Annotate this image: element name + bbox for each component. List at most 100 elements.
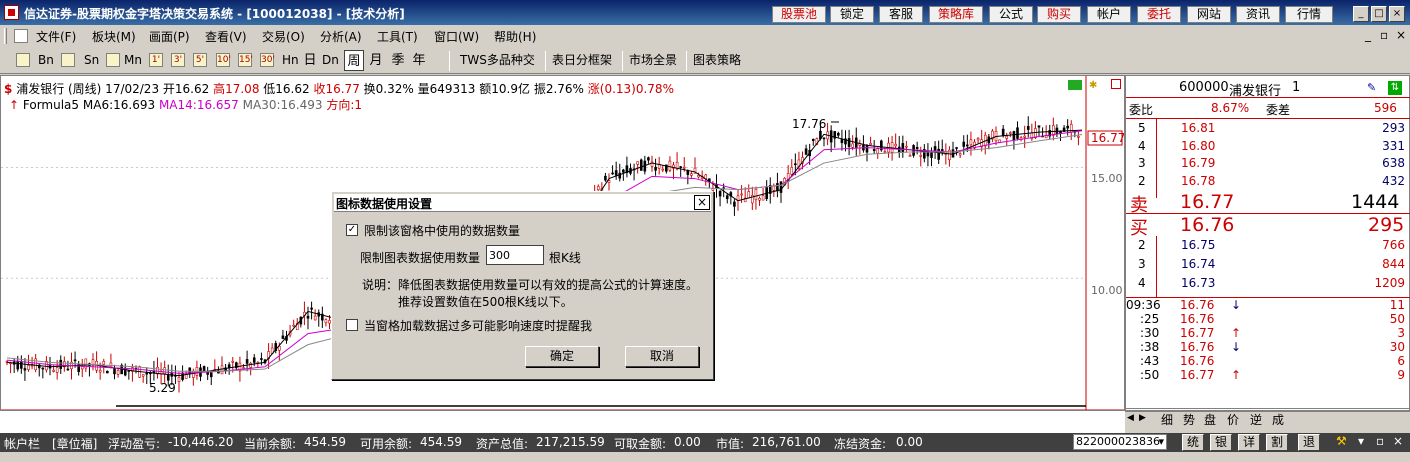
- menu-file[interactable]: 文件(F): [36, 28, 76, 45]
- menu-tools[interactable]: 工具(T): [377, 28, 418, 45]
- strategy-lib-button[interactable]: 策略库: [929, 6, 983, 23]
- pin-icon[interactable]: ▾: [1358, 434, 1364, 448]
- account-select[interactable]: 822000023836 ▾: [1073, 434, 1167, 450]
- chart2-icon[interactable]: [61, 53, 75, 67]
- news-button[interactable]: 资讯: [1236, 6, 1280, 23]
- toolbar-separator: [622, 51, 623, 71]
- account-bar-label: 帐户栏: [4, 437, 41, 451]
- book-volume: 432: [1382, 173, 1405, 188]
- period-day[interactable]: 日: [300, 50, 320, 71]
- account-select-value: 822000023836: [1076, 435, 1160, 448]
- close-button[interactable]: ×: [1389, 6, 1405, 22]
- dialog-close-button[interactable]: ×: [694, 195, 710, 210]
- user-name: [章位福]: [52, 437, 98, 451]
- tools-icon[interactable]: ✎: [1367, 81, 1381, 95]
- account-button[interactable]: 帐户: [1087, 6, 1131, 23]
- minimize-button[interactable]: _: [1353, 6, 1369, 22]
- period-30m-icon[interactable]: 30': [260, 53, 275, 67]
- candle-body: [16, 361, 20, 370]
- switch-icon[interactable]: ⇅: [1388, 81, 1402, 95]
- tool-bn[interactable]: Bn: [38, 52, 54, 69]
- candle-body: [1066, 125, 1069, 129]
- period-10m-icon[interactable]: 10': [216, 53, 231, 67]
- tool-sn[interactable]: Sn: [84, 52, 99, 69]
- menu-sector[interactable]: 板块(M): [92, 28, 136, 45]
- menu-view[interactable]: 查看(V): [205, 28, 247, 45]
- menu-help[interactable]: 帮助(H): [494, 28, 536, 45]
- mdi-close-button[interactable]: ×: [1396, 28, 1406, 42]
- lock-button[interactable]: 锁定: [830, 6, 874, 23]
- limit-count-input[interactable]: [486, 245, 544, 265]
- period-quarter[interactable]: 季: [388, 50, 408, 71]
- quote-row: :50 16.77 ↑ 9: [1126, 368, 1410, 385]
- cut-button[interactable]: 割: [1266, 434, 1288, 451]
- stock-pool-button[interactable]: 股票池: [772, 6, 826, 23]
- tab-next-icon[interactable]: ▶: [1139, 413, 1146, 423]
- chart-icon[interactable]: [16, 53, 30, 67]
- buy1-vol: 295: [1368, 214, 1405, 236]
- formula-button[interactable]: 公式: [989, 6, 1033, 23]
- tab-chart-strategy[interactable]: 图表策略: [693, 52, 741, 69]
- website-button[interactable]: 网站: [1187, 6, 1231, 23]
- tool-dn[interactable]: Dn: [322, 52, 339, 69]
- quote-tab-book[interactable]: 盘: [1204, 411, 1216, 428]
- tick-price: 16.76: [1180, 354, 1215, 368]
- menu-screen[interactable]: 画面(P): [149, 28, 190, 45]
- quote-tab-trend[interactable]: 势: [1183, 411, 1195, 428]
- menu-window[interactable]: 窗口(W): [434, 28, 479, 45]
- quote-tab-deal[interactable]: 成: [1272, 411, 1284, 428]
- service-button[interactable]: 客服: [879, 6, 923, 23]
- candle-body: [761, 195, 765, 201]
- menu-trade[interactable]: 交易(O): [262, 28, 305, 45]
- tool-mn[interactable]: Mn: [124, 52, 142, 69]
- period-1m-icon[interactable]: 1': [149, 53, 163, 67]
- restore-icon[interactable]: ▫: [1376, 434, 1384, 448]
- quote-tab-price[interactable]: 价: [1227, 411, 1239, 428]
- period-week[interactable]: 周: [344, 50, 364, 71]
- avail-value: 454.59: [420, 435, 462, 449]
- exit-button[interactable]: 退: [1298, 434, 1320, 451]
- tab-tws-multi[interactable]: TWS多品种交: [460, 52, 535, 69]
- mdi-restore-button[interactable]: ▫: [1380, 28, 1388, 42]
- tool-hn[interactable]: Hn: [282, 52, 299, 69]
- stat-button[interactable]: 统: [1182, 434, 1204, 451]
- tab-prev-icon[interactable]: ◀: [1127, 413, 1134, 423]
- candle-body: [245, 359, 249, 364]
- period-3m-icon[interactable]: 3': [171, 53, 185, 67]
- candle-body: [690, 173, 693, 176]
- menu-grip: [4, 28, 7, 44]
- warn-checkbox[interactable]: [346, 319, 358, 331]
- quote-tab-reverse[interactable]: 逆: [1250, 411, 1262, 428]
- period-year[interactable]: 年: [409, 50, 429, 71]
- tick-arrow-icon: ↑: [1231, 326, 1242, 340]
- cancel-button[interactable]: 取消: [625, 346, 699, 367]
- tick-volume: 9: [1397, 368, 1405, 382]
- period-15m-icon[interactable]: 15': [238, 53, 253, 67]
- tab-market-overview[interactable]: 市场全景: [629, 52, 677, 69]
- candle-body: [682, 166, 686, 169]
- hammer-icon[interactable]: ⚒: [1336, 434, 1347, 448]
- candle-body: [604, 175, 607, 181]
- limit-data-checkbox[interactable]: ✓: [346, 224, 358, 236]
- tick-volume: 3: [1397, 326, 1405, 340]
- ok-button[interactable]: 确定: [525, 346, 599, 367]
- bank-button[interactable]: 银: [1210, 434, 1232, 451]
- candle-body: [790, 167, 794, 175]
- close-icon[interactable]: ×: [1393, 434, 1403, 448]
- period-5m-icon[interactable]: 5': [193, 53, 207, 67]
- maximize-button[interactable]: □: [1371, 6, 1387, 22]
- quote-row: 4 16.73 1209: [1126, 276, 1410, 293]
- market-button[interactable]: 行情: [1285, 6, 1333, 23]
- detail-button[interactable]: 详: [1238, 434, 1260, 451]
- tab-daily-frame[interactable]: 表日分框架: [552, 52, 612, 69]
- candle-body: [754, 188, 758, 200]
- candle-body: [919, 155, 923, 157]
- period-month[interactable]: 月: [366, 50, 386, 71]
- menu-analysis[interactable]: 分析(A): [320, 28, 362, 45]
- mdi-minimize-button[interactable]: _: [1365, 28, 1371, 42]
- candle-body: [779, 181, 783, 193]
- entrust-button[interactable]: 委托: [1137, 6, 1181, 23]
- chart3-icon[interactable]: [106, 53, 120, 67]
- quote-tab-detail[interactable]: 细: [1161, 411, 1173, 428]
- buy-button[interactable]: 购买: [1037, 6, 1081, 23]
